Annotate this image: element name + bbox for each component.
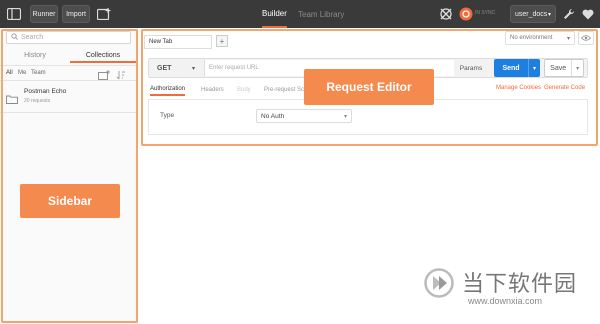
chevron-down-icon: ▾ [566,35,570,42]
auth-type-value: No Auth [261,112,285,120]
method-value: GET [157,64,172,72]
top-bar: Runner Import Builder Team Library IN SY… [0,0,600,28]
sync-status-icon[interactable] [458,6,474,22]
chevron-down-icon: ▾ [343,113,347,120]
collection-name: Postman Echo [24,88,67,95]
tab-divider [0,65,138,66]
search-icon [11,33,18,42]
sync-status-label: IN SYNC [475,10,496,16]
request-tab-new[interactable]: New Tab [144,35,212,49]
eye-icon[interactable] [578,31,594,45]
search-placeholder: Search [21,34,44,41]
collection-count: 20 requests [24,98,51,104]
chevron-down-icon[interactable]: ▾ [571,60,583,76]
auth-type-select[interactable]: No Auth ▾ [256,109,352,123]
environment-value: No environment [510,35,553,41]
tab-headers[interactable]: Headers [201,84,224,96]
user-name: user_docs [515,10,548,18]
save-button[interactable]: Save ▾ [544,59,584,77]
runner-button[interactable]: Runner [30,5,58,23]
collection-divider [0,112,138,113]
interceptor-icon[interactable] [438,6,454,22]
heart-icon[interactable] [580,6,596,22]
auth-type-label: Type [160,112,175,119]
filter-me[interactable]: Me [18,70,26,76]
save-label: Save [550,64,567,72]
manage-cookies-link[interactable]: Manage Cookies [496,85,541,91]
watermark-logo-icon [424,268,454,298]
watermark-url: www.downxia.com [468,296,543,306]
user-menu[interactable]: user_docs ▾ [510,5,556,23]
new-window-icon[interactable] [96,6,112,22]
collection-item[interactable]: Postman Echo 20 requests [0,84,137,112]
filter-all[interactable]: All [6,70,13,76]
params-button[interactable]: Params [455,61,487,75]
tab-builder[interactable]: Builder [262,0,287,28]
search-input[interactable]: Search [6,31,131,44]
chevron-down-icon: ▾ [191,65,195,72]
folder-icon [6,91,18,109]
sidebar: Search History Collections All Me Team P… [0,28,138,324]
method-select[interactable]: GET ▾ [154,61,198,75]
tab-collections[interactable]: Collections [70,49,136,63]
tab-authorization[interactable]: Authorization [150,84,186,96]
environment-select[interactable]: No environment ▾ [505,31,575,45]
send-label: Send [502,64,520,72]
import-button[interactable]: Import [62,5,90,23]
request-editor-callout: Request Editor [304,69,434,105]
tab-body[interactable]: Body [237,84,251,96]
sidebar-toggle-icon[interactable] [6,6,22,22]
chevron-down-icon[interactable]: ▾ [528,59,540,77]
generate-code-link[interactable]: Generate Code [544,85,585,91]
settings-wrench-icon[interactable] [561,6,577,22]
tab-team-library[interactable]: Team Library [298,0,344,28]
watermark-chinese-text: 当下软件园 [462,272,578,297]
filter-divider [0,80,138,81]
send-button[interactable]: Send ▾ [494,59,540,77]
new-collection-icon[interactable] [98,67,110,85]
tab-pre-request-script[interactable]: Pre-request Scri [264,84,307,96]
tab-history[interactable]: History [2,49,68,63]
add-tab-button[interactable]: + [216,35,228,47]
sidebar-callout: Sidebar [20,184,120,218]
chevron-down-icon: ▾ [547,11,551,18]
sort-icon[interactable] [116,67,128,85]
filter-team[interactable]: Team [31,70,46,76]
